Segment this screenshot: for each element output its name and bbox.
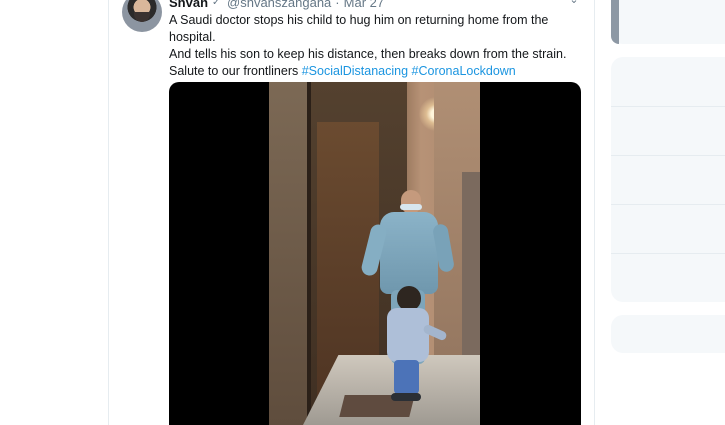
left-gutter bbox=[0, 0, 108, 425]
avatar[interactable] bbox=[122, 0, 162, 32]
sidebar-row-divider bbox=[611, 155, 725, 156]
doctor-mask bbox=[400, 204, 422, 210]
tweet-header: Shvan ✓ @shvanszangana · Mar 27 bbox=[169, 0, 384, 10]
avatar-beard bbox=[134, 12, 150, 22]
tweet-date[interactable]: Mar 27 bbox=[344, 0, 384, 10]
author-name[interactable]: Shvan bbox=[169, 0, 208, 10]
tweet-line: And tells his son to keep his distance, … bbox=[169, 47, 567, 61]
tweet-text: A Saudi doctor stops his child to hug hi… bbox=[169, 12, 579, 80]
sidebar-row-divider bbox=[611, 204, 725, 205]
sidebar-widget-top[interactable] bbox=[611, 0, 725, 44]
salute-text: Salute to our frontliners bbox=[169, 64, 302, 78]
child-legs bbox=[394, 360, 419, 394]
hashtag-link[interactable]: #CoronaLockdown bbox=[412, 64, 516, 78]
doctor-head bbox=[401, 190, 421, 214]
sidebar-widget-list[interactable] bbox=[611, 57, 725, 302]
chevron-down-icon[interactable]: ⌄ bbox=[568, 0, 580, 6]
child-body bbox=[387, 308, 429, 362]
verified-icon: ✓ bbox=[212, 0, 221, 8]
author-handle[interactable]: @shvanszangana bbox=[227, 0, 331, 10]
right-column-divider bbox=[594, 0, 595, 425]
video-media[interactable] bbox=[169, 82, 581, 425]
sidebar-thumbnail bbox=[611, 0, 619, 44]
tweet-card[interactable]: Shvan ✓ @shvanszangana · Mar 27 ⌄ A Saud… bbox=[109, 0, 594, 425]
tweet-line: A Saudi doctor stops his child to hug hi… bbox=[169, 13, 549, 44]
sidebar-row-divider bbox=[611, 106, 725, 107]
hashtag-link[interactable]: #SocialDistanacing bbox=[302, 64, 408, 78]
date-separator: · bbox=[335, 0, 340, 10]
child-feet bbox=[391, 393, 421, 401]
video-frame[interactable] bbox=[269, 82, 480, 425]
sidebar-row-divider bbox=[611, 253, 725, 254]
tweet-line: Salute to our frontliners #SocialDistana… bbox=[169, 63, 579, 80]
doctor-body bbox=[380, 212, 438, 294]
sidebar-widget-bottom[interactable] bbox=[611, 315, 725, 353]
door-left bbox=[269, 82, 307, 425]
